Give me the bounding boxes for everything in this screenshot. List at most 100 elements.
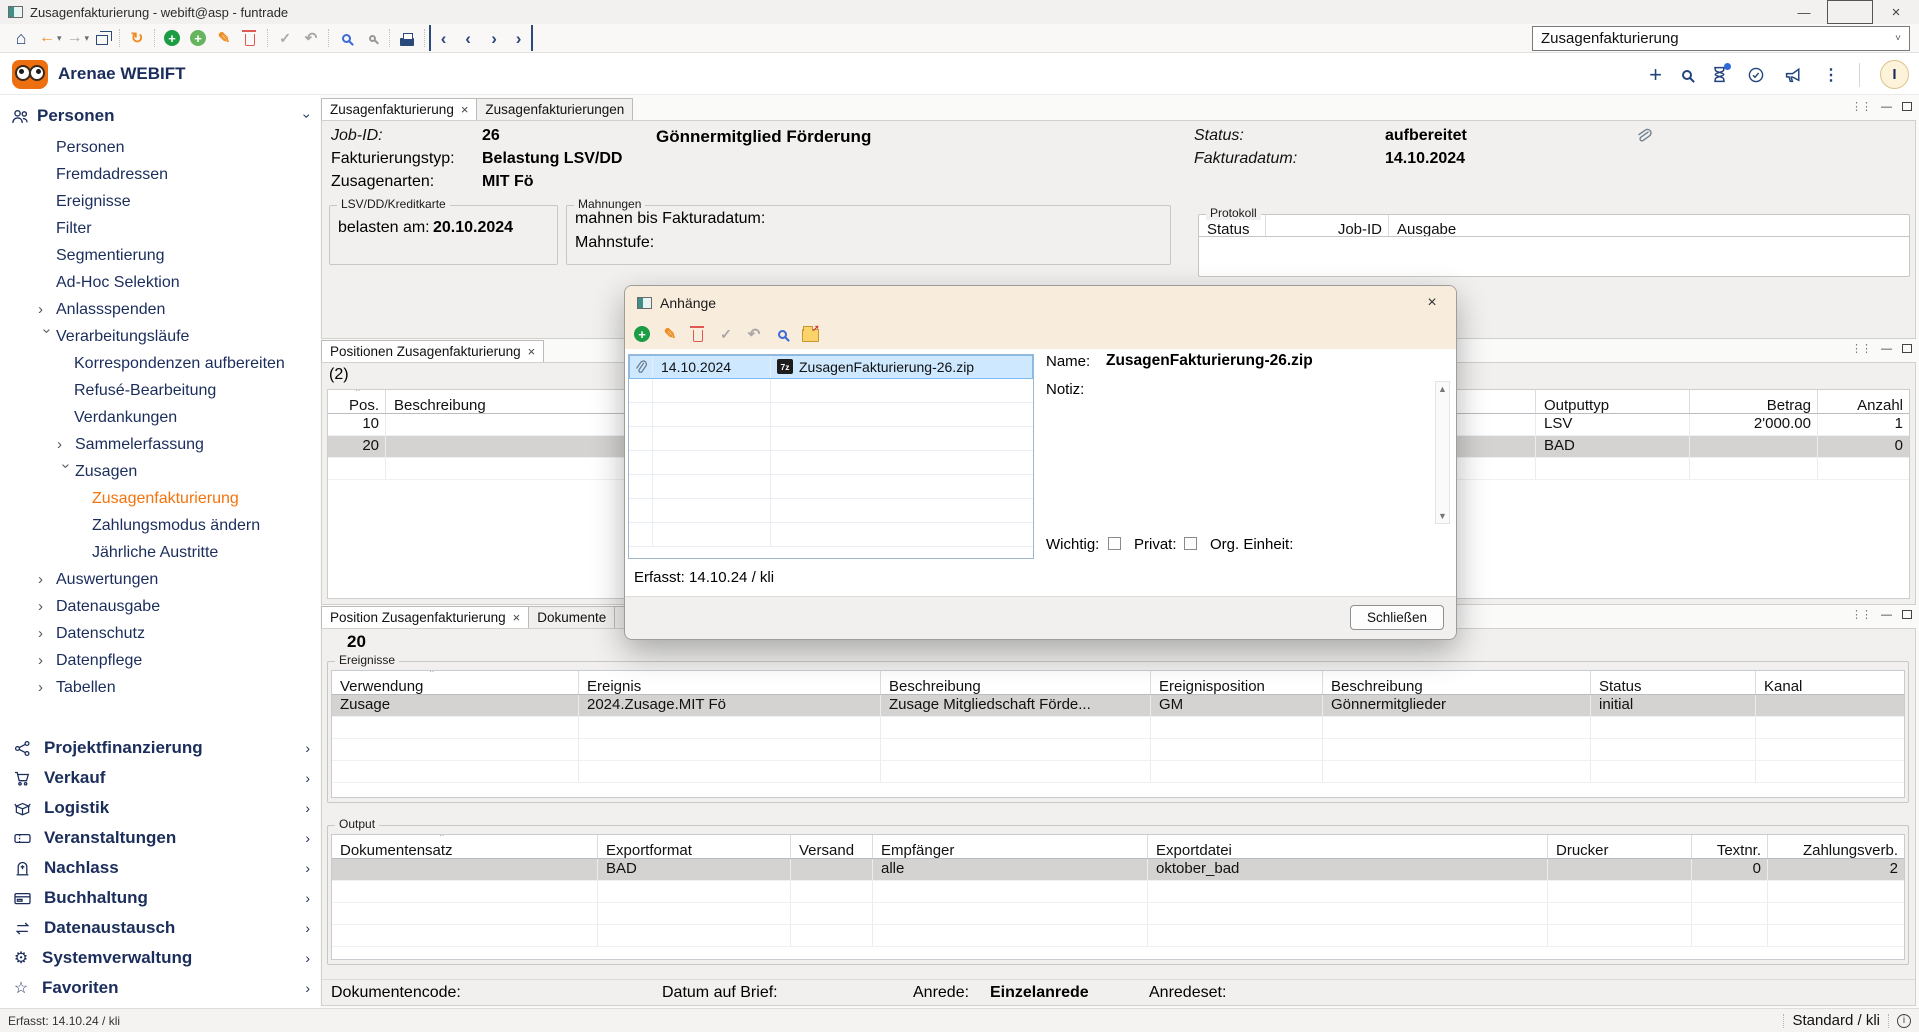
sidebar-item-korrespondenzen[interactable]: Korrespondenzen aufbereiten xyxy=(0,350,320,377)
sidebar-item-verdankungen[interactable]: Verdankungen xyxy=(0,404,320,431)
notiz-scrollbar[interactable]: ▲ ▼ xyxy=(1435,381,1450,524)
sidebar-item-zusagen[interactable]: ›Zusagen xyxy=(0,458,320,485)
next-record-icon[interactable]: › xyxy=(481,25,507,51)
col-zahlungsverb[interactable]: Zahlungsverb. xyxy=(1768,835,1904,858)
col-versand[interactable]: Versand xyxy=(791,835,873,858)
sidebar-item-filter[interactable]: Filter xyxy=(0,215,320,242)
sidebar-section-veranstaltungen[interactable]: Veranstaltungen› xyxy=(0,823,320,853)
tasks-done-icon[interactable] xyxy=(1747,66,1765,84)
chevron-right-icon[interactable]: › xyxy=(38,296,56,323)
col-anzahl[interactable]: Anzahl xyxy=(1818,390,1909,413)
sidebar-item-segmentierung[interactable]: Segmentierung xyxy=(0,242,320,269)
quick-nav-combobox[interactable]: Zusagenfakturierung ˅ xyxy=(1532,26,1910,51)
panel-grip-icon[interactable]: ⋮⋮ xyxy=(1851,342,1871,355)
refresh-icon[interactable]: ↻ xyxy=(124,25,150,51)
user-avatar[interactable]: I xyxy=(1880,60,1909,89)
chevron-right-icon[interactable]: › xyxy=(305,890,310,906)
panel-grip-icon[interactable]: ⋮⋮ xyxy=(1851,608,1871,621)
last-record-icon[interactable]: › xyxy=(507,25,533,51)
sidebar-section-logistik[interactable]: Logistik› xyxy=(0,793,320,823)
window-minimize-icon[interactable]: — xyxy=(1781,0,1827,24)
scroll-up-icon[interactable]: ▲ xyxy=(1438,382,1447,396)
search-icon[interactable] xyxy=(1682,70,1692,80)
edit-icon[interactable]: ✎ xyxy=(659,323,681,345)
sidebar-item-refuse-bearbeitung[interactable]: Refusé-Bearbeitung xyxy=(0,377,320,404)
tab-close-icon[interactable]: × xyxy=(513,610,521,625)
privat-checkbox[interactable] xyxy=(1184,537,1197,550)
col-exportdatei[interactable]: Exportdatei xyxy=(1148,835,1548,858)
window-close-icon[interactable]: × xyxy=(1873,0,1919,24)
tab-close-icon[interactable]: × xyxy=(528,344,536,359)
sidebar-section-projektfinanzierung[interactable]: Projektfinanzierung› xyxy=(0,733,320,763)
undo-icon[interactable]: ↶ xyxy=(298,25,324,51)
chevron-right-icon[interactable]: › xyxy=(305,740,310,756)
notiz-textarea[interactable] xyxy=(1106,381,1431,524)
schliessen-button[interactable]: Schließen xyxy=(1350,605,1444,630)
undo-icon[interactable]: ↶ xyxy=(743,323,765,345)
protokoll-col-status[interactable]: ˆStatus xyxy=(1199,215,1266,236)
chevron-right-icon[interactable]: › xyxy=(305,980,310,996)
sidebar-item-personen[interactable]: Personen xyxy=(0,134,320,161)
open-folder-icon[interactable] xyxy=(799,323,821,345)
sidebar-section-systemverwaltung[interactable]: ⚙ Systemverwaltung› xyxy=(0,943,320,973)
add-copy-icon[interactable]: + xyxy=(185,25,211,51)
sidebar-item-datenpflege[interactable]: ›Datenpflege xyxy=(0,647,320,674)
tab-positionen-zusagenfakturierung[interactable]: Positionen Zusagenfakturierung × xyxy=(321,340,544,362)
tab-dokumente[interactable]: Dokumente xyxy=(528,606,615,628)
sidebar-item-verarbeitungslaeufe[interactable]: ›Verarbeitungsläufe xyxy=(0,323,320,350)
chevron-right-icon[interactable]: › xyxy=(38,566,56,593)
panel-minimize-icon[interactable]: — xyxy=(1881,609,1892,621)
sidebar-section-favoriten[interactable]: ☆ Favoriten› xyxy=(0,973,320,1003)
sidebar-item-auswertungen[interactable]: ›Auswertungen xyxy=(0,566,320,593)
delete-icon[interactable] xyxy=(687,323,709,345)
tab-zusagenfakturierungen[interactable]: Zusagenfakturierungen xyxy=(476,98,633,120)
status-profile[interactable]: Standard / kli xyxy=(1792,1012,1880,1029)
panel-maximize-icon[interactable] xyxy=(1902,610,1912,619)
tab-close-icon[interactable]: × xyxy=(461,102,469,117)
col-beschreibung-2[interactable]: Beschreibung xyxy=(1323,671,1591,694)
sidebar-section-datenaustausch[interactable]: Datenaustausch› xyxy=(0,913,320,943)
search-small-icon[interactable] xyxy=(359,25,385,51)
previous-record-icon[interactable]: ‹ xyxy=(455,25,481,51)
sidebar-item-sammelerfassung[interactable]: ›Sammelerfassung xyxy=(0,431,320,458)
chevron-right-icon[interactable]: › xyxy=(305,860,310,876)
add-icon[interactable]: + xyxy=(1649,62,1662,88)
sidebar-item-datenausgabe[interactable]: ›Datenausgabe xyxy=(0,593,320,620)
chevron-right-icon[interactable]: › xyxy=(305,800,310,816)
panel-minimize-icon[interactable]: — xyxy=(1881,343,1892,355)
first-record-icon[interactable]: ‹ xyxy=(429,25,455,51)
info-icon[interactable]: i xyxy=(1897,1014,1911,1028)
sidebar-item-datenschutz[interactable]: ›Datenschutz xyxy=(0,620,320,647)
confirm-icon[interactable]: ✓ xyxy=(715,323,737,345)
chevron-right-icon[interactable]: › xyxy=(305,830,310,846)
add-icon[interactable]: + xyxy=(631,323,653,345)
col-ereignis[interactable]: Ereignis xyxy=(579,671,881,694)
paperclip-icon[interactable] xyxy=(1633,125,1653,150)
chevron-right-icon[interactable]: › xyxy=(57,431,75,458)
search-icon[interactable] xyxy=(333,25,359,51)
home-icon[interactable]: ⌂ xyxy=(8,25,34,51)
tab-zusagenfakturierung[interactable]: Zusagenfakturierung × xyxy=(321,98,477,120)
print-icon[interactable] xyxy=(394,25,420,51)
protokoll-col-ausgabe[interactable]: Ausgabe xyxy=(1389,215,1909,236)
chevron-down-icon[interactable]: › xyxy=(53,464,80,482)
confirm-icon[interactable]: ✓ xyxy=(272,25,298,51)
protokoll-col-jobid[interactable]: Job-ID xyxy=(1266,215,1389,236)
kebab-menu-icon[interactable]: ⋮ xyxy=(1823,65,1839,85)
sidebar-item-adhoc-selektion[interactable]: Ad-Hoc Selektion xyxy=(0,269,320,296)
col-status[interactable]: Status xyxy=(1591,671,1756,694)
sidebar-section-buchhaltung[interactable]: Buchhaltung› xyxy=(0,883,320,913)
panel-grip-icon[interactable]: ⋮⋮ xyxy=(1851,100,1871,113)
attachment-row-selected[interactable]: 14.10.2024 7z ZusagenFakturierung-26.zip xyxy=(629,355,1033,379)
chevron-down-icon[interactable]: › xyxy=(34,329,61,347)
col-outputtyp[interactable]: Outputtyp xyxy=(1536,390,1690,413)
sidebar-item-jaehrliche-austritte[interactable]: Jährliche Austritte xyxy=(0,539,320,566)
panel-maximize-icon[interactable] xyxy=(1902,344,1912,353)
sidebar-item-tabellen[interactable]: ›Tabellen xyxy=(0,674,320,701)
pending-jobs-icon[interactable] xyxy=(1712,66,1727,83)
scroll-down-icon[interactable]: ▼ xyxy=(1438,509,1447,523)
chevron-down-icon[interactable]: › xyxy=(300,114,316,119)
sidebar-item-ereignisse[interactable]: Ereignisse xyxy=(0,188,320,215)
tab-position-zusagenfakturierung[interactable]: Position Zusagenfakturierung × xyxy=(321,606,529,628)
col-beschreibung[interactable]: Beschreibung xyxy=(881,671,1151,694)
